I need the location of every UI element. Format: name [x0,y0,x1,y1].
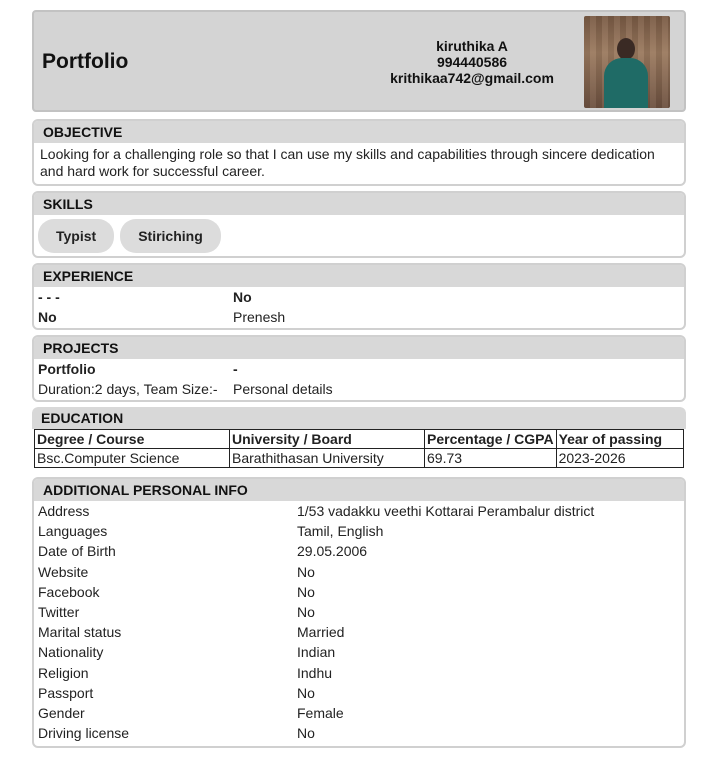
info-value: No [297,684,315,701]
skills-section: SKILLS Typist Stiriching [32,191,686,258]
info-row: Gender Female [34,703,684,723]
info-label: Twitter [38,603,80,620]
section-heading: SKILLS [34,193,684,215]
column-header: Percentage / CGPA [424,429,557,449]
section-heading: OBJECTIVE [34,121,684,143]
info-label: Religion [38,664,89,681]
skill-chip: Typist [38,219,115,253]
skills-list: Typist Stiriching [34,215,684,256]
resume-header: Portfolio kiruthika A 994440586 krithika… [32,10,686,112]
table-cell: Barathithasan University [229,448,425,468]
info-row: Address 1/53 vadakku veethi Kottarai Pera… [34,501,684,521]
info-value: Indian [297,644,336,661]
table-cell: 69.73 [424,448,557,468]
page-title: Portfolio [42,50,129,73]
info-row: Marital status Married [34,622,684,642]
candidate-name: kiruthika A [436,38,508,54]
profile-photo [584,16,670,108]
info-label: Date of Birth [38,543,116,560]
projects-section: PROJECTS Portfolio - Duration:2 days, Te… [32,335,686,402]
objective-section: OBJECTIVE Looking for a challenging role… [32,119,686,186]
project-description: Personal details [233,381,333,397]
column-header: Degree / Course [34,429,230,449]
info-value: 1/53 vadakku veethi Kottarai Perambalur … [297,503,595,519]
education-table: Degree / Course University / Board Perce… [34,429,685,468]
info-label: Languages [38,523,108,540]
info-row: Website No [34,562,684,582]
table-row: Bsc.Computer Science Barathithasan Unive… [34,448,685,468]
personal-info-list: Address 1/53 vadakku veethi Kottarai Pera… [34,501,684,743]
column-header: University / Board [229,429,425,449]
email-address: krithikaa742@gmail.com [390,70,554,86]
education-section: EDUCATION Degree / Course University / B… [32,407,686,473]
info-label: Gender [38,704,85,721]
info-label: Address [38,503,90,519]
section-heading: ADDITIONAL PERSONAL INFO [34,479,684,501]
section-heading: EXPERIENCE [34,265,684,287]
experience-role: No [233,289,252,305]
project-duration: Duration:2 days, Team Size:- [38,381,218,397]
table-cell: Bsc.Computer Science [34,448,230,468]
phone-number: 994440586 [436,54,508,70]
experience-row: - - - No [34,287,684,307]
info-label: Marital status [38,624,122,641]
info-value: 29.05.2006 [297,543,368,560]
info-row: Driving license No [34,723,684,743]
info-value: Married [297,624,345,641]
project-row: Duration:2 days, Team Size:- Personal de… [34,379,684,399]
table-header-row: Degree / Course University / Board Perce… [34,429,685,449]
section-heading: PROJECTS [34,337,684,359]
experience-section: EXPERIENCE - - - No No Prenesh [32,263,686,330]
info-row: Facebook No [34,582,684,602]
info-row: Date of Birth 29.05.2006 [34,541,684,561]
info-row: Twitter No [34,602,684,622]
info-value: No [297,583,315,600]
contact-info: kiruthika A 994440586 krithikaa742@gmail… [362,38,582,86]
experience-duration: No [38,309,57,325]
section-heading: EDUCATION [32,407,686,429]
info-value: No [297,603,315,620]
experience-row: No Prenesh [34,307,684,327]
experience-detail: Prenesh [233,309,286,325]
resume-page: Portfolio kiruthika A 994440586 krithika… [0,0,720,768]
info-label: Facebook [38,583,100,600]
skill-chip: Stiriching [120,219,221,253]
project-title: Portfolio [38,361,96,377]
info-label: Passport [38,684,94,701]
column-header: Year of passing [555,429,685,449]
info-row: Passport No [34,683,684,703]
info-value: Tamil, English [297,523,384,540]
info-label: Nationality [38,644,104,661]
info-label: Driving license [38,725,130,742]
info-row: Religion Indhu [34,663,684,683]
table-cell: 2023-2026 [555,448,685,468]
project-row: Portfolio - [34,359,684,379]
info-row: Languages Tamil, English [34,521,684,541]
personal-info-section: ADDITIONAL PERSONAL INFO Address 1/53 vad… [32,477,686,748]
info-value: No [297,563,315,580]
info-row: Nationality Indian [34,642,684,662]
info-value: Female [297,704,344,721]
info-value: No [297,725,315,742]
experience-company: - - - [38,289,60,305]
project-role: - [233,361,238,377]
info-label: Website [38,563,89,580]
info-value: Indhu [297,664,333,681]
objective-text: Looking for a challenging role so that I… [40,146,655,179]
